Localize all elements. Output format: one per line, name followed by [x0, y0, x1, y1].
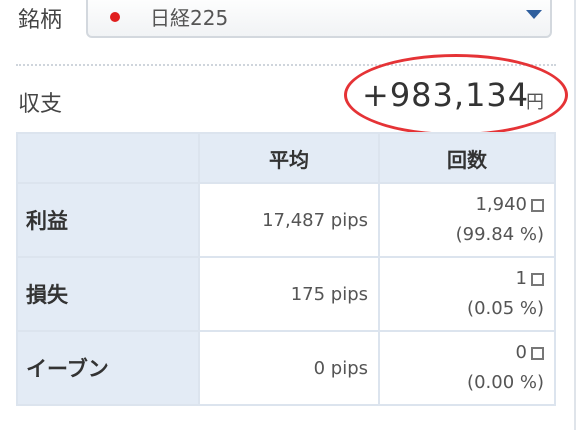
- stats-table: 平均 回数 利益 17,487 pips 1,940 (99.84 %) 損失 …: [16, 132, 556, 406]
- count-percent: (0.05 %): [467, 298, 544, 319]
- table-row: イーブン 0 pips 0 (0.00 %): [16, 330, 556, 406]
- count-value: 1,940: [475, 194, 527, 215]
- table-row: 損失 175 pips 1 (0.05 %): [16, 256, 556, 332]
- chevron-down-icon[interactable]: [526, 10, 542, 19]
- japan-flag-icon: [110, 12, 120, 22]
- square-icon: [531, 273, 544, 286]
- row-label-loss: 損失: [16, 256, 200, 332]
- cell-count: 0 (0.00 %): [378, 330, 556, 406]
- cell-count: 1 (0.05 %): [378, 256, 556, 332]
- cell-average: 0 pips: [198, 330, 380, 406]
- count-value: 0: [515, 342, 527, 363]
- square-icon: [531, 347, 544, 360]
- row-label-even: イーブン: [16, 330, 200, 406]
- symbol-value: 日経225: [150, 6, 229, 30]
- count-percent: (99.84 %): [455, 224, 544, 245]
- cell-average: 175 pips: [198, 256, 380, 332]
- cell-count: 1,940 (99.84 %): [378, 182, 556, 258]
- table-corner-cell: [16, 132, 200, 184]
- row-label-profit: 利益: [16, 182, 200, 258]
- count-value: 1: [515, 268, 527, 289]
- pnl-label: 収支: [18, 92, 63, 117]
- highlight-circle-annotation: [344, 54, 568, 136]
- square-icon: [531, 199, 544, 212]
- cell-average: 17,487 pips: [198, 182, 380, 258]
- table-row: 利益 17,487 pips 1,940 (99.84 %): [16, 182, 556, 258]
- cut-off-row: [18, 418, 558, 430]
- header-count: 回数: [378, 132, 556, 184]
- table-header-row: 平均 回数: [16, 132, 556, 184]
- count-percent: (0.00 %): [467, 372, 544, 393]
- symbol-label: 銘柄: [18, 8, 63, 33]
- header-average: 平均: [198, 132, 380, 184]
- symbol-select[interactable]: 日経225: [86, 0, 552, 38]
